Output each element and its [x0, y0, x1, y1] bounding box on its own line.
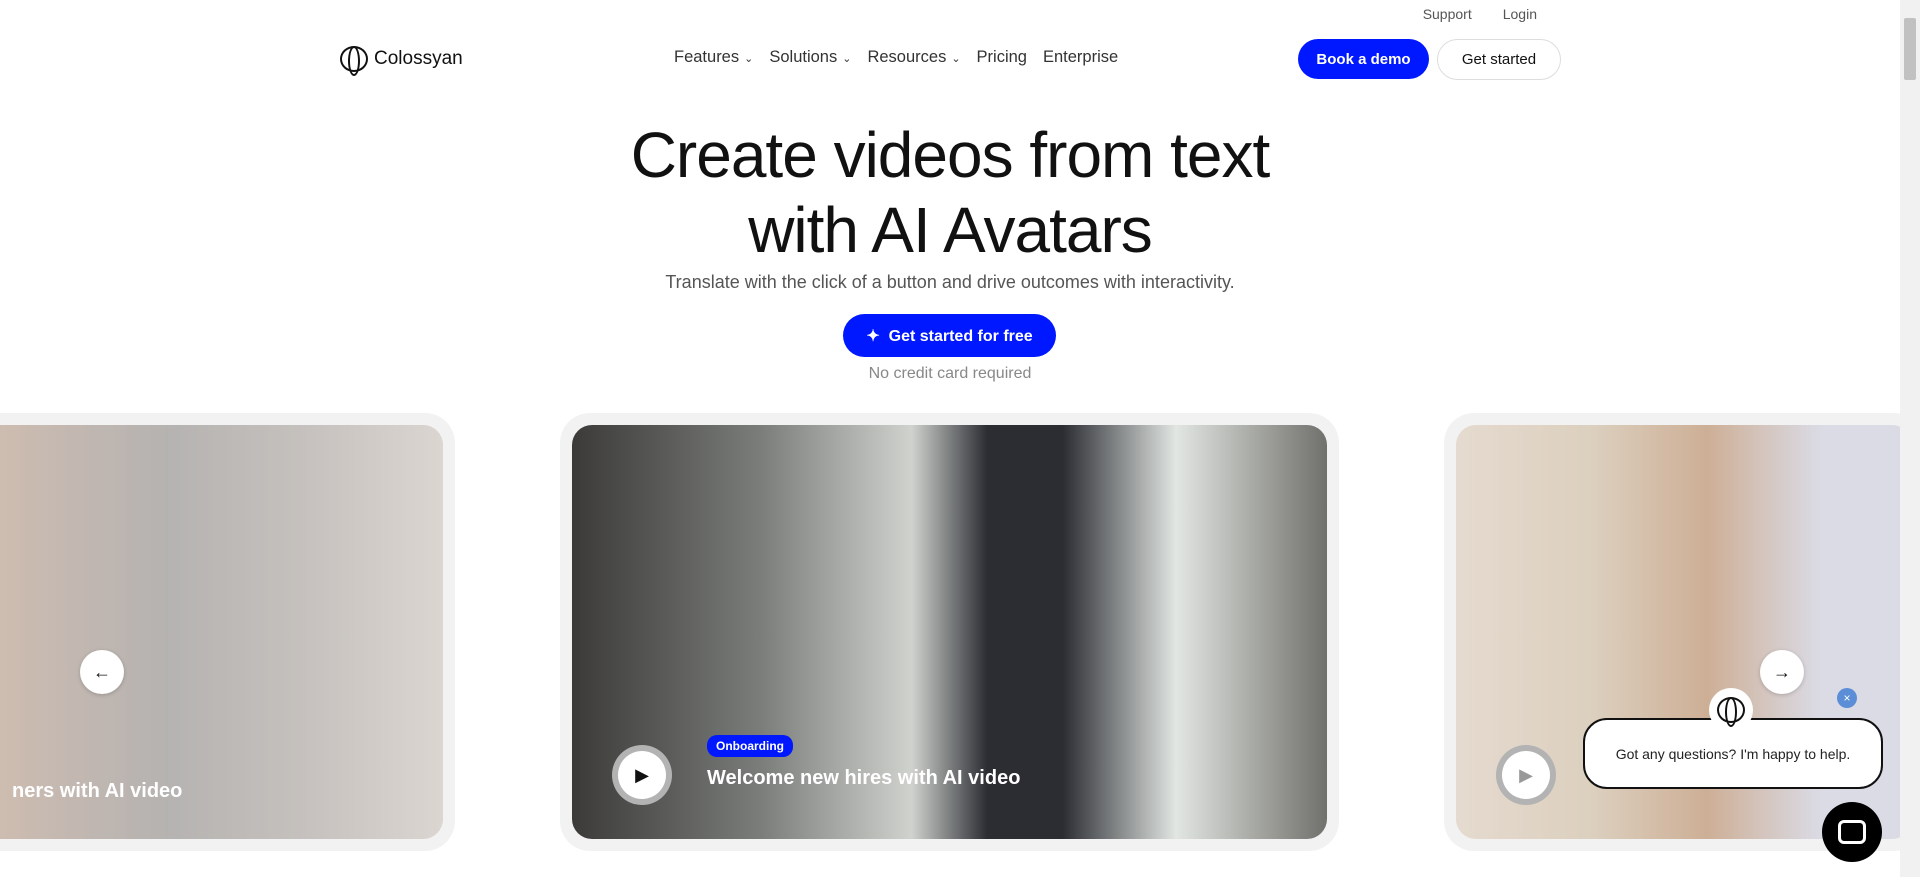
carousel-card[interactable]: ners with AI video — [0, 413, 455, 851]
nav-label: Features — [674, 48, 740, 66]
top-links: Support Login — [1423, 6, 1537, 22]
hero-title-line1: Create videos from text — [630, 119, 1271, 191]
arrow-left-icon[interactable]: ← — [80, 650, 124, 694]
support-link[interactable]: Support — [1423, 6, 1472, 22]
nav-label: Solutions — [769, 48, 838, 66]
video-thumbnail: ners with AI video — [0, 425, 443, 839]
brand-name: Colossyan — [374, 48, 463, 69]
login-link[interactable]: Login — [1503, 6, 1537, 22]
chevron-down-icon: ⌄ — [744, 53, 754, 65]
card-title: Welcome new hires with AI video — [707, 767, 1021, 789]
close-icon[interactable]: × — [1837, 688, 1857, 708]
scrollbar[interactable] — [1900, 0, 1920, 877]
nav-pricing[interactable]: Pricing — [977, 48, 1027, 67]
category-tag: Onboarding — [707, 735, 793, 757]
nav-solutions[interactable]: Solutions ⌄ — [769, 48, 851, 67]
nav-resources[interactable]: Resources ⌄ — [867, 48, 960, 67]
nav-label: Resources — [867, 48, 947, 66]
chat-launcher-button[interactable] — [1822, 802, 1882, 862]
chat-avatar — [1709, 688, 1753, 732]
carousel-card[interactable]: ▶ Onboarding Welcome new hires with AI v… — [560, 413, 1339, 851]
logo-icon — [340, 46, 368, 76]
card-title: ners with AI video — [12, 780, 183, 802]
get-started-free-button[interactable]: ✦ Get started for free — [843, 314, 1056, 357]
chevron-down-icon: ⌄ — [951, 53, 961, 65]
play-icon[interactable]: ▶ — [1496, 745, 1556, 805]
main-nav: Features ⌄ Solutions ⌄ Resources ⌄ Pricing … — [674, 48, 1118, 67]
scrollbar-thumb[interactable] — [1904, 18, 1916, 80]
logo-icon — [1717, 697, 1745, 727]
get-started-button[interactable]: Get started — [1437, 39, 1561, 80]
nav-enterprise[interactable]: Enterprise — [1043, 48, 1118, 67]
book-demo-button[interactable]: Book a demo — [1298, 39, 1429, 79]
play-icon[interactable]: ▶ — [612, 745, 672, 805]
logo[interactable]: Colossyan — [340, 46, 463, 76]
arrow-right-icon[interactable]: → — [1760, 650, 1804, 694]
hero-title-line2: with AI Avatars — [748, 194, 1153, 266]
sparkle-icon: ✦ — [866, 327, 889, 345]
nav-features[interactable]: Features ⌄ — [674, 48, 753, 67]
hero-title: Create videos from text with AI Avatars — [0, 118, 1900, 268]
cta-label: Get started for free — [888, 327, 1033, 345]
chat-message-text: Got any questions? I'm happy to help. — [1615, 745, 1851, 762]
chevron-down-icon: ⌄ — [842, 53, 852, 65]
chat-icon — [1838, 820, 1866, 844]
no-credit-card-note: No credit card required — [868, 365, 1032, 382]
video-thumbnail: ▶ Onboarding Welcome new hires with AI v… — [572, 425, 1327, 839]
hero-subtitle: Translate with the click of a button and… — [665, 272, 1235, 292]
